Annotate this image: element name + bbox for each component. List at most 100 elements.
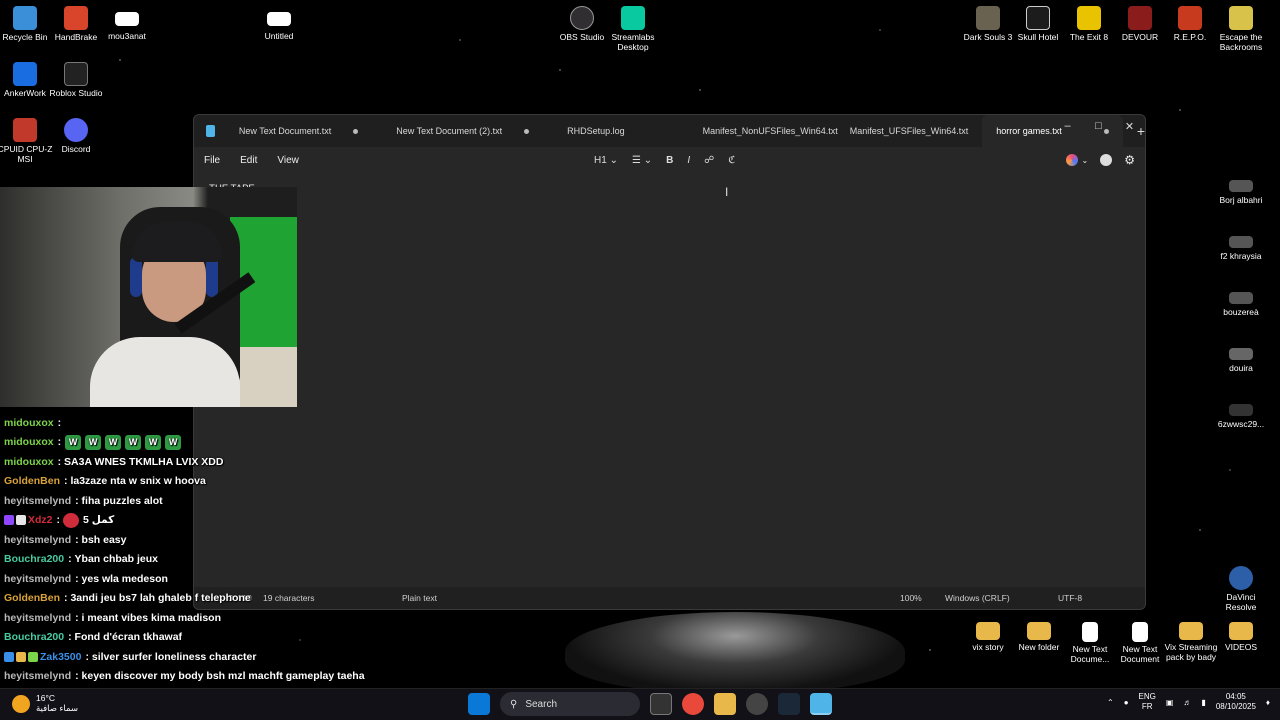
tab-manifest-nonufs[interactable]: Manifest_NonUFSFiles_Win64.txt (689, 115, 838, 147)
chat-message: Xdz2: كمل 5 (4, 511, 384, 531)
microphone-icon[interactable]: ● (1124, 698, 1129, 707)
chrome-icon[interactable] (682, 693, 704, 715)
minimize-icon[interactable]: – (1052, 117, 1083, 135)
zoom-level[interactable]: 100% (900, 593, 922, 603)
text-file-icon (1132, 622, 1148, 642)
maximize-icon[interactable]: □ (1083, 117, 1114, 135)
folder-icon (1179, 622, 1203, 640)
list-dropdown-icon[interactable]: ☰ ⌄ (632, 155, 652, 166)
task-view-icon[interactable] (650, 693, 672, 715)
desktop-icon-mou3anat[interactable]: mou3anat (96, 6, 158, 42)
account-icon[interactable] (1100, 154, 1113, 166)
weather-description: سماء صافية (36, 703, 78, 713)
notepad-taskbar-icon[interactable] (810, 693, 832, 715)
badge-icon (4, 515, 14, 526)
close-icon[interactable]: ✕ (1114, 117, 1145, 135)
chat-message: Zak3500: silver surfer loneliness charac… (4, 647, 384, 667)
text-file-icon (1082, 622, 1098, 642)
settings-gear-icon[interactable]: ⚙ (1124, 153, 1135, 167)
chat-message: heyitsmelynd: i meant vibes kima madison (4, 611, 221, 624)
language-indicator[interactable]: ENG FR (1139, 692, 1156, 712)
italic-icon[interactable]: I (687, 155, 690, 166)
streamlabs-icon (621, 6, 645, 30)
stream-chat: midouxox: midouxox: W W W W W W midouxox… (4, 413, 384, 686)
text-mode[interactable]: Plain text (402, 593, 437, 603)
unsaved-dot-icon (524, 128, 530, 134)
chat-message: Bouchra200: Yban chbab jeux (4, 553, 158, 566)
steam-icon[interactable] (778, 693, 800, 715)
temperature: 16°C (36, 693, 55, 703)
link-icon[interactable]: ☍ (704, 155, 714, 166)
image-thumbnail-icon (1229, 180, 1253, 192)
taskbar: 16°C سماء صافية ⚲ Search ⌃ ● ENG FR ▣ ♬ … (0, 688, 1280, 720)
notification-bell-icon[interactable]: ♦ (1266, 698, 1270, 707)
desktop-icon-f2-khraysia[interactable]: f2 khraysia (1210, 236, 1272, 262)
menubar: File Edit View H1 ⌄ ☰ ⌄ B I ☍ ℭ ⌄ ⚙ (194, 147, 1145, 173)
network-icon[interactable]: ▣ (1166, 698, 1174, 707)
volume-icon[interactable]: ♬ (1183, 698, 1191, 707)
menu-view[interactable]: View (277, 155, 299, 166)
encoding[interactable]: UTF-8 (1058, 593, 1082, 603)
chat-message: GoldenBen: 3andi jeu bs7 lah ghaleb f te… (4, 592, 251, 605)
chat-message: heyitsmelynd: fiha puzzles alot (4, 494, 163, 507)
desktop-icon-borj-albahri[interactable]: Borj albahri (1210, 180, 1272, 206)
chat-message: midouxox: (4, 416, 62, 429)
start-windows-icon[interactable] (468, 693, 490, 715)
battery-icon[interactable]: ▮ (1201, 698, 1205, 707)
desktop-icon-discord[interactable]: Discord (45, 118, 107, 155)
tab-new-text-document-2[interactable]: New Text Document (2).txt (372, 115, 543, 147)
dark-souls-icon (976, 6, 1000, 30)
menu-edit[interactable]: Edit (240, 155, 257, 166)
davinci-resolve-icon (1229, 566, 1253, 590)
devour-icon (1128, 6, 1152, 30)
recycle-bin-icon (13, 6, 37, 30)
desktop-icon-davinci-resolve[interactable]: DaVinci Resolve (1210, 566, 1272, 613)
bold-icon[interactable]: B (666, 155, 673, 166)
chat-message: heyitsmelynd: keyen discover my body bsh… (4, 670, 365, 683)
chat-message: heyitsmelynd: bsh easy (4, 533, 127, 546)
exit-8-icon (1077, 6, 1101, 30)
clear-formatting-icon[interactable]: ℭ (728, 155, 735, 166)
document-icon (267, 12, 291, 26)
w-emote-icon: W (105, 434, 122, 450)
desktop-icon-escape-backrooms[interactable]: Escape the Backrooms (1210, 6, 1272, 53)
tab-manifest-ufs[interactable]: Manifest_UFSFiles_Win64.txt (838, 115, 983, 147)
emote-icon (62, 512, 79, 528)
desktop-icon-douira[interactable]: douira (1210, 348, 1272, 374)
weather-widget[interactable]: 16°C سماء صافية (12, 693, 78, 714)
desktop-icon-videos[interactable]: VIDEOS (1210, 622, 1272, 653)
folder-icon (976, 622, 1000, 640)
tab-new-text-document[interactable]: New Text Document.txt (225, 115, 372, 147)
window-controls: – □ ✕ (1052, 115, 1145, 143)
copilot-button[interactable]: ⌄ (1065, 154, 1088, 166)
image-thumbnail-icon (1229, 236, 1253, 248)
image-thumbnail-icon (1229, 292, 1253, 304)
system-tray: ⌃ ● ENG FR ▣ ♬ ▮ 04:05 08/10/2025 ♦ (1107, 692, 1270, 712)
w-emote-icon: W (145, 434, 162, 450)
file-explorer-icon[interactable] (714, 693, 736, 715)
text-cursor-icon: I (725, 185, 729, 199)
cpuz-icon (13, 118, 37, 142)
line-ending[interactable]: Windows (CRLF) (945, 593, 1010, 603)
menu-file[interactable]: File (204, 155, 220, 166)
handbrake-icon (64, 6, 88, 30)
chevron-up-icon[interactable]: ⌃ (1107, 698, 1114, 707)
obs-icon (570, 6, 594, 30)
clock[interactable]: 04:05 08/10/2025 (1216, 692, 1256, 712)
desktop-icon-6zwwsc29[interactable]: 6zwwsc29... (1210, 404, 1272, 430)
desktop-icon-streamlabs[interactable]: Streamlabs Desktop (602, 6, 664, 53)
copilot-icon (1065, 154, 1078, 166)
w-emote-icon: W (65, 434, 82, 450)
obs-taskbar-icon[interactable] (746, 693, 768, 715)
discord-icon (64, 118, 88, 142)
taskbar-search[interactable]: ⚲ Search (500, 692, 640, 716)
badge-icon (4, 651, 14, 662)
heading-dropdown[interactable]: H1 ⌄ (594, 155, 618, 166)
desktop-icon-untitled[interactable]: Untitled (248, 6, 310, 42)
tab-rhdsetup-log[interactable]: RHDSetup.log (543, 115, 689, 147)
unsaved-dot-icon (353, 128, 359, 134)
taskbar-apps: ⚲ Search (468, 692, 832, 716)
desktop-icon-bouzerea[interactable]: bouzereà (1210, 292, 1272, 318)
notepad-app-icon (206, 125, 215, 137)
desktop-icon-roblox-studio[interactable]: Roblox Studio (45, 62, 107, 99)
